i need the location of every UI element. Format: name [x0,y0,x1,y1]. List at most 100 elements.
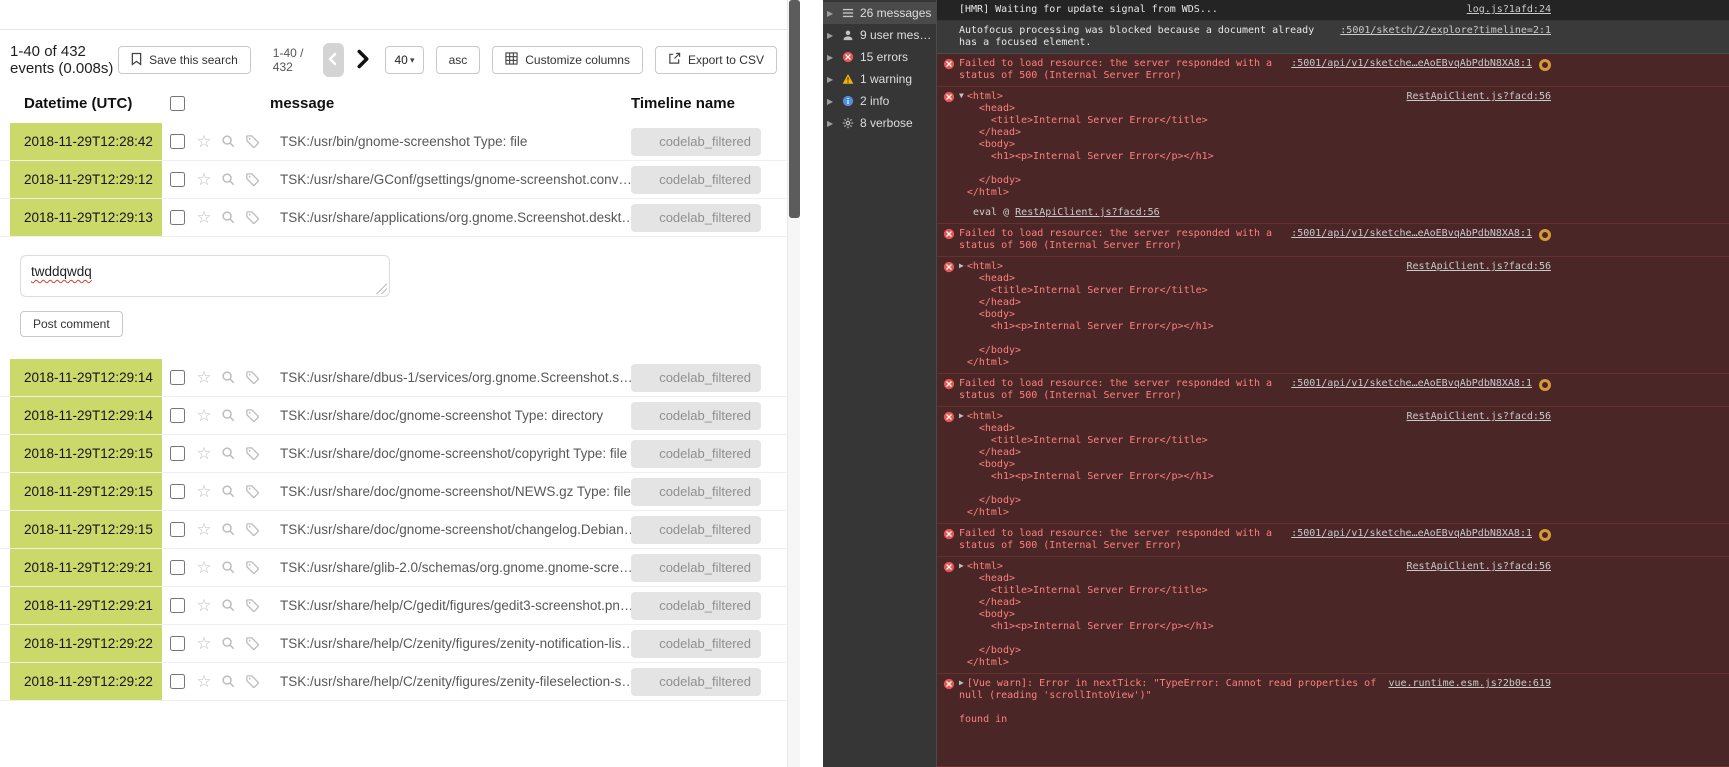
source-link[interactable]: RestApiClient.js?facd:56 [1397,91,1552,103]
row-checkbox[interactable] [169,134,185,149]
tag-icon[interactable] [240,172,264,187]
triangle-collapsed-icon[interactable]: ▶ [959,410,964,422]
disclosure-triangle[interactable]: ▶ [827,31,836,40]
event-message[interactable]: TSK:/usr/share/doc/gnome-screenshot/chan… [280,522,631,537]
tag-icon[interactable] [240,484,264,499]
next-page-button[interactable] [352,43,373,77]
star-icon[interactable]: ☆ [192,209,216,226]
event-datetime-cell[interactable]: 2018-11-29T12:29:22 [10,663,162,700]
source-link[interactable]: vue.runtime.esm.js?2b0e:619 [1378,678,1551,690]
source-link[interactable]: RestApiClient.js?facd:56 [1397,261,1552,273]
issue-badge-icon[interactable] [1539,59,1551,71]
disclosure-triangle[interactable]: ▶ [827,53,836,62]
star-icon[interactable]: ☆ [192,407,216,424]
search-icon[interactable] [216,636,240,651]
search-icon[interactable] [216,370,240,385]
scrollbar-thumb[interactable] [789,0,800,218]
event-message[interactable]: TSK:/usr/share/applications/org.gnome.Sc… [280,210,631,225]
sidebar-filter-user-messages[interactable]: ▶ 9 user mes… [823,24,936,46]
export-csv-button[interactable]: Export to CSV [654,46,777,74]
event-datetime-cell[interactable]: 2018-11-29T12:29:21 [10,587,162,624]
triangle-collapsed-icon[interactable]: ▶ [959,260,964,272]
star-icon[interactable]: ☆ [192,597,216,614]
event-datetime-cell[interactable]: 2018-11-29T12:29:13 [10,199,162,236]
source-link[interactable]: RestApiClient.js?facd:56 [1015,207,1160,218]
triangle-collapsed-icon[interactable]: ▶ [959,560,964,572]
tag-icon[interactable] [240,598,264,613]
issue-badge-icon[interactable] [1539,379,1551,391]
page-size-select[interactable]: 40 ▾ [385,46,424,74]
event-message[interactable]: TSK:/usr/share/glib-2.0/schemas/org.gnom… [280,560,631,575]
disclosure-triangle[interactable]: ▶ [827,119,836,128]
star-icon[interactable]: ☆ [192,483,216,500]
tag-icon[interactable] [240,674,264,689]
row-checkbox[interactable] [169,370,185,385]
sidebar-filter-verbose[interactable]: ▶ 8 verbose [823,112,936,134]
row-checkbox[interactable] [169,674,185,689]
issue-badge-icon[interactable] [1539,529,1551,541]
event-message[interactable]: TSK:/usr/share/help/C/zenity/figures/zen… [280,636,631,651]
event-datetime-cell[interactable]: 2018-11-29T12:29:14 [10,359,162,396]
search-icon[interactable] [216,560,240,575]
source-link[interactable]: :5001/api/v1/sketche…eAoEBvqAbPdbN8XA8:1 [1281,228,1532,240]
search-icon[interactable] [216,674,240,689]
issue-badge-icon[interactable] [1539,229,1551,241]
event-message[interactable]: TSK:/usr/share/help/C/zenity/figures/zen… [280,674,631,689]
tag-icon[interactable] [240,522,264,537]
sidebar-filter-errors[interactable]: ▶ 15 errors [823,46,936,68]
event-datetime-cell[interactable]: 2018-11-29T12:29:15 [10,511,162,548]
star-icon[interactable]: ☆ [192,171,216,188]
search-icon[interactable] [216,210,240,225]
save-search-button[interactable]: Save this search [118,46,251,74]
customize-columns-button[interactable]: Customize columns [492,46,643,74]
source-link[interactable]: :5001/api/v1/sketche…eAoEBvqAbPdbN8XA8:1 [1281,528,1532,540]
row-checkbox[interactable] [169,446,185,461]
star-icon[interactable]: ☆ [192,445,216,462]
source-link[interactable]: :5001/sketch/2/explore?timeline=2:1 [1330,25,1551,37]
source-link[interactable]: log.js?1afd:24 [1457,4,1551,16]
triangle-collapsed-icon[interactable]: ▶ [959,677,964,689]
event-datetime-cell[interactable]: 2018-11-29T12:29:21 [10,549,162,586]
row-checkbox[interactable] [169,484,185,499]
timeline-column-header[interactable]: Timeline name [631,95,761,112]
disclosure-triangle[interactable]: ▶ [827,97,836,106]
comment-input[interactable]: twddqwdq [20,255,390,297]
tag-icon[interactable] [240,370,264,385]
post-comment-button[interactable]: Post comment [20,311,123,337]
page-scrollbar[interactable] [787,0,800,767]
row-checkbox[interactable] [169,636,185,651]
event-datetime-cell[interactable]: 2018-11-29T12:29:15 [10,473,162,510]
tag-icon[interactable] [240,446,264,461]
sidebar-filter-warnings[interactable]: ▶ 1 warning [823,68,936,90]
event-datetime-cell[interactable]: 2018-11-29T12:29:22 [10,625,162,662]
search-icon[interactable] [216,172,240,187]
source-link[interactable]: :5001/api/v1/sketche…eAoEBvqAbPdbN8XA8:1 [1281,378,1532,390]
prev-page-button[interactable] [322,43,345,77]
search-icon[interactable] [216,446,240,461]
tag-icon[interactable] [240,636,264,651]
row-checkbox[interactable] [169,210,185,225]
disclosure-triangle[interactable]: ▶ [827,9,836,18]
row-checkbox[interactable] [169,522,185,537]
event-datetime-cell[interactable]: 2018-11-29T12:29:12 [10,161,162,198]
sort-order-button[interactable]: asc [435,46,481,74]
search-icon[interactable] [216,134,240,149]
event-message[interactable]: TSK:/usr/share/dbus-1/services/org.gnome… [280,370,631,385]
search-icon[interactable] [216,598,240,613]
tag-icon[interactable] [240,408,264,423]
row-checkbox[interactable] [169,598,185,613]
message-column-header[interactable]: message [270,95,631,112]
event-message[interactable]: TSK:/usr/share/doc/gnome-screenshot/copy… [280,446,631,461]
row-checkbox[interactable] [169,172,185,187]
row-checkbox[interactable] [169,408,185,423]
star-icon[interactable]: ☆ [192,559,216,576]
source-link[interactable]: RestApiClient.js?facd:56 [1397,561,1552,573]
row-checkbox[interactable] [169,560,185,575]
datetime-column-header[interactable]: Datetime (UTC) [10,95,162,112]
event-datetime-cell[interactable]: 2018-11-29T12:29:15 [10,435,162,472]
event-message[interactable]: TSK:/usr/share/doc/gnome-screenshot/NEWS… [280,484,631,499]
sidebar-filter-messages[interactable]: ▶ 26 messages [823,2,936,24]
search-icon[interactable] [216,408,240,423]
tag-icon[interactable] [240,560,264,575]
source-link[interactable]: :5001/api/v1/sketche…eAoEBvqAbPdbN8XA8:1 [1281,58,1532,70]
